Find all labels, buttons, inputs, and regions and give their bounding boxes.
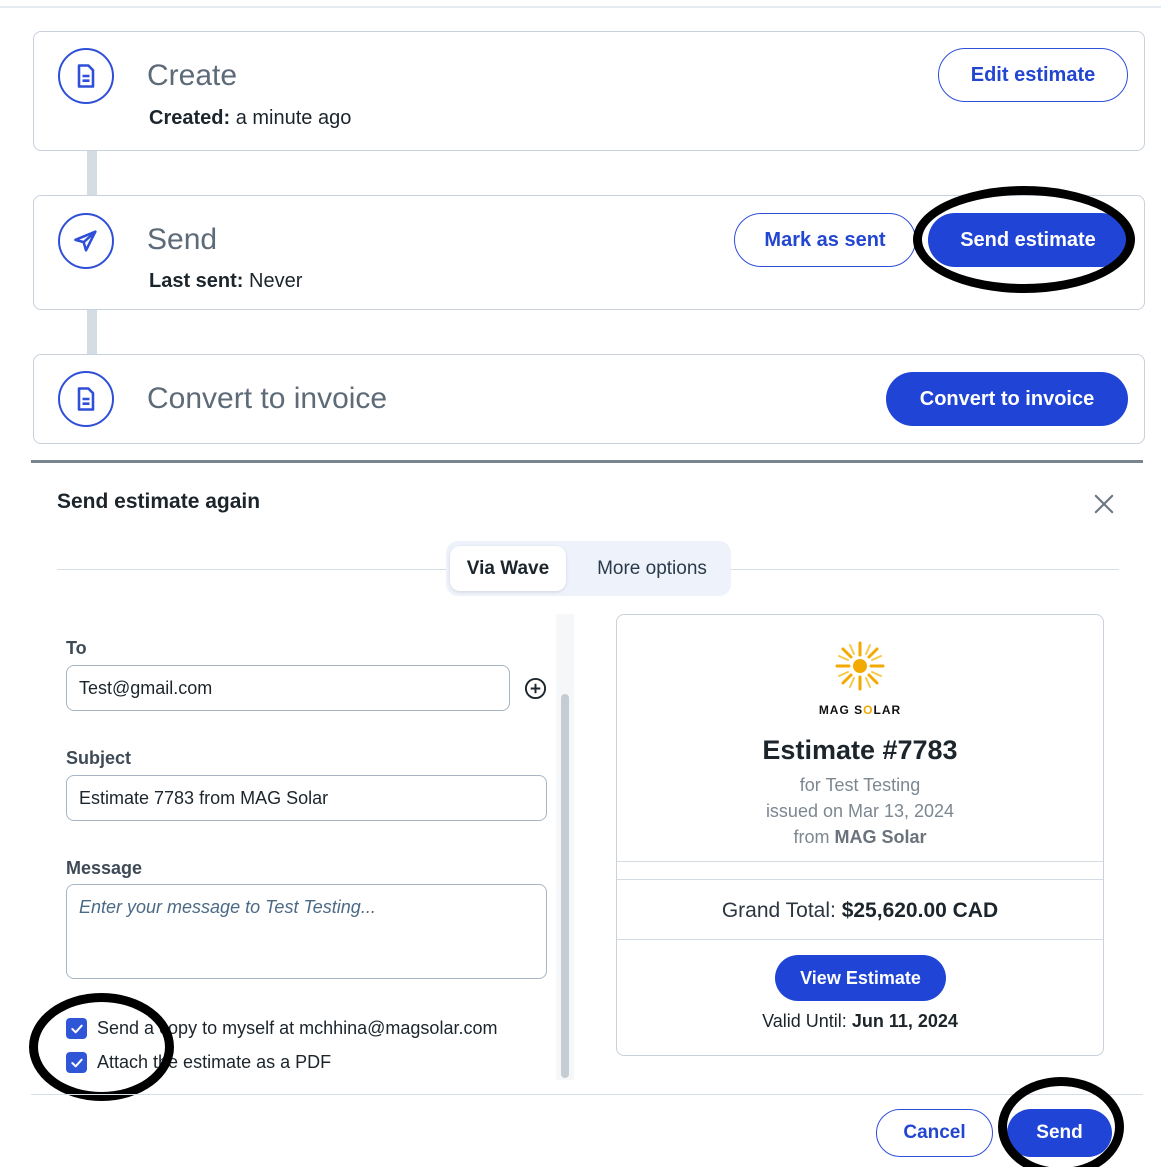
tab-more-options[interactable]: More options (578, 546, 726, 591)
to-email-input[interactable] (66, 665, 510, 711)
step-send-card: Send Last sent: Never Mark as sent Send … (33, 195, 1145, 310)
footer-divider (31, 1094, 1143, 1095)
created-value: a minute ago (230, 107, 352, 129)
step-convert-card: Convert to invoice Convert to invoice (33, 354, 1145, 444)
preview-divider (617, 861, 1103, 862)
step-create-status: Created: a minute ago (149, 107, 351, 130)
step-create-title: Create (147, 59, 238, 92)
last-sent-label: Last sent: (149, 270, 244, 292)
estimate-customer: for Test Testing (799, 775, 921, 795)
step-connector (87, 310, 97, 354)
tab-via-wave[interactable]: Via Wave (450, 546, 566, 591)
last-sent-value: Never (243, 270, 303, 292)
send-button[interactable]: Send (1007, 1109, 1112, 1157)
top-divider (0, 0, 1161, 8)
estimate-issued-date: issued on Mar 13, 2024 (765, 801, 955, 821)
close-icon[interactable] (1090, 490, 1118, 518)
step-convert-title: Convert to invoice (147, 382, 388, 415)
step-create-card: Create Created: a minute ago Edit estima… (33, 31, 1145, 151)
created-label: Created: (149, 107, 231, 129)
document-icon (58, 48, 114, 104)
valid-until: Valid Until: Jun 11, 2024 (762, 1011, 958, 1031)
step-send-title: Send (147, 223, 218, 256)
cancel-button[interactable]: Cancel (876, 1109, 993, 1157)
message-textarea[interactable] (66, 884, 547, 979)
grand-total: Grand Total: $25,620.00 CAD (721, 899, 999, 922)
step-connector (87, 151, 97, 195)
send-copy-label: Send a copy to myself at mchhina@magsola… (97, 1018, 498, 1038)
paper-plane-icon (58, 213, 114, 269)
view-estimate-button[interactable]: View Estimate (775, 955, 946, 1001)
form-scrollbar-thumb[interactable] (561, 694, 569, 1078)
estimate-from: from MAG Solar (793, 827, 927, 847)
mark-as-sent-button[interactable]: Mark as sent (734, 213, 916, 267)
modal-title: Send estimate again (57, 490, 261, 513)
message-label: Message (66, 858, 143, 878)
estimate-preview-card: MAG SOLAR Estimate #7783 for Test Testin… (616, 614, 1104, 1056)
subject-input[interactable] (66, 775, 547, 821)
highlight-ring-checkboxes (29, 993, 174, 1101)
edit-estimate-button[interactable]: Edit estimate (938, 48, 1128, 102)
send-copy-checkbox[interactable] (66, 1018, 87, 1039)
send-estimate-button[interactable]: Send estimate (928, 213, 1128, 267)
attach-pdf-checkbox-row[interactable]: Attach the estimate as a PDF (66, 1052, 331, 1073)
preview-divider (617, 879, 1103, 880)
sun-logo-icon (835, 641, 885, 691)
attach-pdf-label: Attach the estimate as a PDF (97, 1052, 332, 1072)
document-icon (58, 371, 114, 427)
send-method-tabs: Via Wave More options (446, 541, 731, 596)
to-label: To (66, 638, 87, 658)
step-send-status: Last sent: Never (149, 270, 302, 293)
preview-divider (617, 939, 1103, 940)
modal-top-border (31, 460, 1143, 463)
attach-pdf-checkbox[interactable] (66, 1052, 87, 1073)
convert-to-invoice-button[interactable]: Convert to invoice (886, 372, 1128, 426)
estimate-title: Estimate #7783 (762, 735, 958, 765)
send-copy-checkbox-row[interactable]: Send a copy to myself at mchhina@magsola… (66, 1018, 497, 1039)
company-logo-text: MAG SOLAR (818, 703, 902, 717)
subject-label: Subject (66, 748, 132, 768)
add-recipient-icon[interactable] (524, 677, 547, 700)
